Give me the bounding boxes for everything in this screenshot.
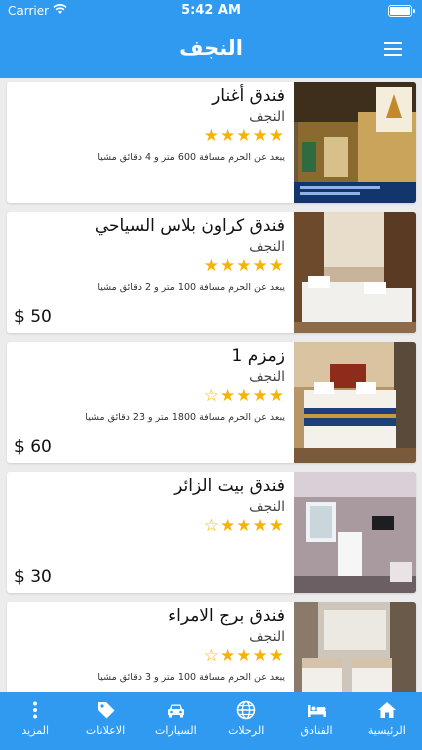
star-rating: ☆★★★★ [203, 646, 285, 666]
hotel-city: النجف [249, 369, 285, 385]
hotel-card[interactable]: فندق كراون بلاس السياحي النجف ★★★★★ يبعد… [7, 212, 416, 333]
hotel-distance: يبعد عن الحرم مسافة 600 متر و 4 دقائق مش… [97, 152, 285, 163]
hotel-name: فندق أغنار [212, 86, 285, 106]
hotel-city: النجف [249, 109, 285, 125]
car-icon [167, 704, 184, 718]
hotel-name: فندق برج الامراء [168, 606, 285, 626]
tab-label: المزيد [21, 724, 50, 737]
tab-label: الاعلانات [85, 724, 126, 737]
star-rating: ★★★★★ [203, 256, 285, 276]
hotel-distance: يبعد عن الحرم مسافة 1800 متر و 23 دقائق … [85, 412, 285, 423]
hotel-card[interactable]: فندق بيت الزائر النجف ☆★★★★ $ 30 [7, 472, 416, 593]
star-rating: ☆★★★★ [203, 516, 285, 536]
hotel-name: فندق كراون بلاس السياحي [94, 216, 285, 236]
hotel-card[interactable]: فندق أغنار النجف ★★★★★ يبعد عن الحرم مسا… [7, 82, 416, 203]
hotel-price: $ 60 [14, 437, 52, 457]
tab-ads[interactable]: الاعلانات [70, 692, 140, 750]
hamburger-menu-icon[interactable] [384, 42, 402, 56]
tab-more[interactable]: المزيد [0, 692, 70, 750]
hotel-name: زمزم 1 [231, 346, 285, 366]
hotel-photo [294, 212, 416, 333]
globe-icon [236, 700, 256, 720]
tab-trips[interactable]: الرحلات [211, 692, 281, 750]
star-rating: ☆★★★★ [203, 386, 285, 406]
navigation-bar: النجف [0, 22, 422, 78]
hotel-city: النجف [249, 239, 285, 255]
tab-home[interactable]: الرئيسية [352, 692, 422, 750]
hotel-photo [294, 602, 416, 692]
tab-hotels[interactable]: الفنادق [281, 692, 351, 750]
tab-label: الرئيسية [367, 724, 406, 737]
hotel-name: فندق بيت الزائر [174, 476, 285, 496]
tab-label: السيارات [155, 724, 197, 737]
hotel-distance: يبعد عن الحرم مسافة 100 متر و 3 دقائق مش… [97, 672, 285, 683]
page-title: النجف [179, 36, 243, 60]
battery-icon [388, 5, 415, 17]
hotel-photo [294, 472, 416, 593]
tab-cars[interactable]: السيارات [141, 692, 211, 750]
bed-icon [307, 705, 326, 717]
hotel-photo [294, 82, 416, 203]
tab-label: الرحلات [228, 724, 265, 737]
star-rating: ★★★★★ [203, 126, 285, 146]
hotel-card[interactable]: فندق برج الامراء النجف ☆★★★★ يبعد عن الح… [7, 602, 416, 692]
home-icon [377, 702, 396, 718]
hotel-price: $ 50 [14, 307, 52, 327]
tab-bar: الرئيسية الفنادق الرحلات السيارات الاعلا… [0, 692, 422, 750]
hotel-card[interactable]: زمزم 1 النجف ☆★★★★ يبعد عن الحرم مسافة 1… [7, 342, 416, 463]
tab-label: الفنادق [300, 724, 333, 737]
hotel-city: النجف [249, 499, 285, 515]
clock: 5:42 AM [181, 3, 241, 18]
status-bar: Carrier 5:42 AM [0, 0, 422, 22]
hotel-price: $ 30 [14, 567, 52, 587]
hotel-list[interactable]: فندق أغنار النجف ★★★★★ يبعد عن الحرم مسا… [0, 78, 422, 692]
hotel-photo [294, 342, 416, 463]
hotel-distance: يبعد عن الحرم مسافة 100 متر و 2 دقائق مش… [97, 282, 285, 293]
hotel-city: النجف [249, 629, 285, 645]
more-icon [33, 701, 38, 719]
tag-icon [97, 702, 115, 719]
